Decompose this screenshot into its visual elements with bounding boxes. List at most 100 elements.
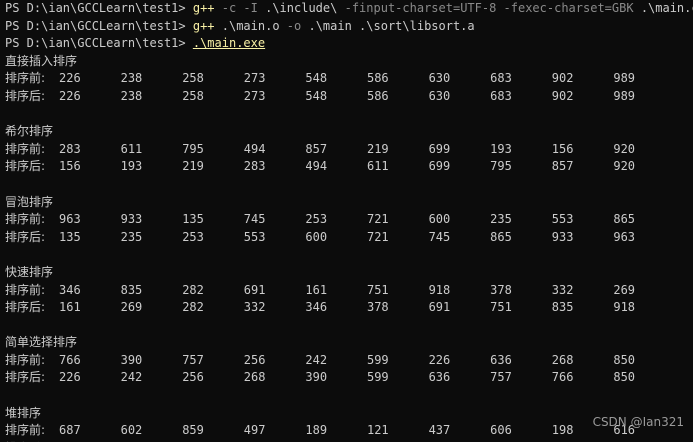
command-token: .\main .\sort\libsort.a: [308, 18, 475, 33]
sort-section: 冒泡排序 排序前: 963 933 135 745 253 721 600 235 553 865 排…: [5, 194, 693, 247]
array-value: 135: [182, 212, 204, 227]
array-value: 193: [120, 159, 143, 174]
array-value: 600: [305, 229, 328, 244]
sort-section: 堆排序排序前: 687602859497189121437606198616排序…: [5, 405, 693, 442]
array-value: 135: [59, 229, 81, 244]
array-value: 963: [59, 212, 81, 227]
shell-prompt: PS D:\ian\GCCLearn\test1>: [5, 18, 193, 33]
array-value: 238: [120, 88, 143, 103]
array-value: 219: [366, 141, 389, 156]
array-value: 606: [490, 423, 512, 438]
array-value: 378: [490, 282, 512, 297]
array-value: 161: [305, 282, 328, 297]
array-value: 699: [428, 141, 451, 156]
array-value: 766: [551, 370, 574, 385]
array-value: 226: [59, 370, 81, 385]
section-title: 堆排序: [5, 405, 42, 420]
array-value: 390: [120, 352, 143, 367]
array-value: 721: [366, 229, 389, 244]
array-value: 611: [366, 159, 389, 174]
array-value: 268: [551, 352, 574, 367]
array-value: 757: [490, 370, 512, 385]
array-value: 226: [59, 71, 81, 86]
array-value: 683: [490, 88, 512, 103]
row-label: 排序前:: [5, 141, 46, 156]
array-value: 235: [490, 212, 512, 227]
array-value: 346: [59, 282, 81, 297]
array-value: 933: [551, 229, 574, 244]
row-label: 排序后:: [5, 88, 46, 103]
sort-section: 快速排序 排序前: 346 835 282 691 161 751 918 378 332 269 排…: [5, 264, 693, 317]
terminal-window[interactable]: PS D:\ian\GCCLearn\test1> g++ -c -I .\in…: [0, 0, 693, 442]
command-line: PS D:\ian\GCCLearn\test1> .\main.exe: [5, 35, 693, 53]
array-value: 332: [551, 282, 574, 297]
array-value: 242: [305, 352, 328, 367]
array-value: 219: [182, 159, 204, 174]
row-label: 排序前:: [5, 212, 46, 227]
array-value: 795: [182, 141, 204, 156]
array-value: 497: [243, 423, 266, 438]
array-value: 745: [243, 212, 266, 227]
array-value: 920: [613, 159, 636, 174]
array-value: 283: [243, 159, 266, 174]
array-value: 437: [428, 423, 451, 438]
array-value: 273: [243, 71, 266, 86]
array-value: 865: [490, 229, 512, 244]
after-row: 排序后: 226 242 256 268 390 599 636 757 766 850: [5, 369, 693, 387]
array-value: 835: [120, 282, 143, 297]
row-label: 排序后:: [5, 159, 46, 174]
array-value: 346: [305, 300, 328, 315]
array-value: 636: [490, 352, 512, 367]
array-value: 920: [613, 141, 636, 156]
array-value: 850: [613, 370, 636, 385]
array-value: 235: [120, 229, 143, 244]
array-value: 630: [428, 71, 451, 86]
array-value: 850: [613, 352, 636, 367]
array-value: 859: [182, 423, 204, 438]
array-value: 226: [428, 352, 451, 367]
array-value: 989: [613, 88, 636, 103]
array-value: 553: [243, 229, 266, 244]
array-value: 630: [428, 88, 451, 103]
row-label: 排序后:: [5, 229, 46, 244]
sort-section: 直接插入排序 排序前: 226 238 258 273 548 586 630 683 902 98…: [5, 53, 693, 106]
array-value: 751: [366, 282, 389, 297]
array-value: 258: [182, 71, 204, 86]
array-value: 268: [243, 370, 266, 385]
before-row: 排序前: 346 835 282 691 161 751 918 378 332 269: [5, 282, 693, 300]
command-token: -c -I: [214, 1, 266, 15]
array-value: 687: [59, 423, 81, 438]
array-value: 835: [551, 300, 574, 315]
array-value: 238: [120, 71, 143, 86]
array-value: 745: [428, 229, 451, 244]
array-value: 963: [613, 229, 636, 244]
array-value: 795: [490, 159, 512, 174]
section-title: 希尔排序: [5, 124, 54, 139]
before-row: 排序前: 766 390 757 256 242 599 226 636 268 850: [5, 352, 693, 370]
array-value: 636: [428, 370, 451, 385]
array-value: 857: [551, 159, 574, 174]
array-value: 918: [428, 282, 451, 297]
array-value: 242: [120, 370, 143, 385]
array-value: 721: [366, 212, 389, 227]
array-value: 699: [428, 159, 451, 174]
row-label: 排序后:: [5, 370, 46, 385]
after-row: 排序后: 135 235 253 553 600 721 745 865 933 963: [5, 229, 693, 247]
array-value: 989: [613, 71, 636, 86]
row-label: 排序前:: [5, 423, 46, 438]
array-value: 269: [120, 300, 143, 315]
command-token: .\include\: [265, 1, 345, 15]
array-value: 548: [305, 88, 328, 103]
array-value: 548: [305, 71, 328, 86]
array-value: 600: [428, 212, 451, 227]
array-value: 918: [613, 300, 636, 315]
array-value: 273: [243, 88, 266, 103]
array-value: 494: [243, 141, 266, 156]
array-value: 282: [182, 282, 204, 297]
array-value: 494: [305, 159, 328, 174]
array-value: 256: [182, 370, 204, 385]
command-history: PS D:\ian\GCCLearn\test1> g++ -c -I .\in…: [5, 0, 693, 53]
